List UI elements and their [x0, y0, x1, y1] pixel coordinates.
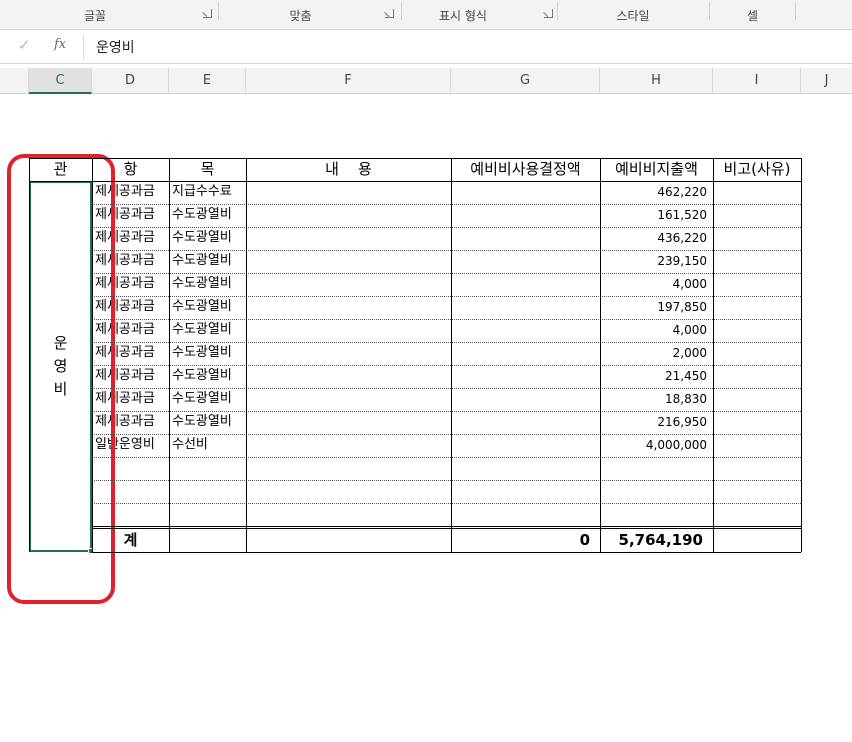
row-divider	[92, 273, 801, 274]
header-expense-amount[interactable]: 예비비지출액	[600, 158, 713, 181]
row-divider	[92, 411, 801, 412]
cell-mok[interactable]: 수도광열비	[169, 411, 246, 434]
cell-mok[interactable]: 수도광열비	[169, 250, 246, 273]
cell-mok[interactable]: 수도광열비	[169, 388, 246, 411]
ribbon-group-styles: 스타일	[558, 0, 708, 30]
alignment-dialog-launcher-icon[interactable]	[385, 9, 394, 18]
cell-expense[interactable]: 4,000	[600, 319, 713, 342]
ribbon-group-styles-label: 스타일	[616, 8, 650, 23]
row-divider	[92, 480, 801, 481]
header-decision-amount[interactable]: 예비비사용결정액	[451, 158, 600, 181]
table-border	[92, 526, 801, 527]
cell-mok[interactable]: 수도광열비	[169, 227, 246, 250]
column-border	[29, 158, 30, 552]
ribbon-group-cells: 셀	[710, 0, 795, 30]
column-border	[92, 158, 93, 552]
ribbon-group-cells-label: 셀	[746, 8, 759, 23]
column-headers: C D E F G H I J	[0, 68, 852, 94]
column-header-h[interactable]: H	[600, 68, 713, 94]
cell-mok[interactable]: 수도광열비	[169, 365, 246, 388]
cell-expense[interactable]: 216,950	[600, 411, 713, 434]
formula-bar: ✓ fx 운영비	[0, 30, 852, 64]
cell-mok[interactable]: 수도광열비	[169, 273, 246, 296]
row-divider	[92, 457, 801, 458]
ribbon-group-font: 글꼴	[0, 0, 190, 30]
cell-mok[interactable]	[169, 457, 246, 480]
row-divider	[92, 250, 801, 251]
cell-expense[interactable]	[600, 480, 713, 503]
spreadsheet-grid[interactable]: 관 항 목 내 용 예비비사용결정액 예비비지출액 비고(사유) 제세공과금 지급…	[0, 94, 852, 742]
cell-expense[interactable]: 239,150	[600, 250, 713, 273]
number-format-dialog-launcher-icon[interactable]	[544, 9, 553, 18]
cell-mok[interactable]: 수도광열비	[169, 319, 246, 342]
enter-check-icon[interactable]: ✓	[18, 36, 31, 54]
cell-expense[interactable]: 4,000,000	[600, 434, 713, 457]
cell-expense[interactable]: 4,000	[600, 273, 713, 296]
table-border	[92, 528, 801, 529]
column-header-e[interactable]: E	[169, 68, 246, 94]
total-expense-amount[interactable]: 5,764,190	[600, 528, 713, 552]
column-header-i[interactable]: I	[713, 68, 801, 94]
column-header-j[interactable]: J	[801, 68, 852, 94]
cell-mok[interactable]: 수선비	[169, 434, 246, 457]
row-divider	[92, 296, 801, 297]
cell-mok[interactable]	[169, 503, 246, 526]
formula-input[interactable]: 운영비	[96, 37, 135, 57]
column-header-c[interactable]: C	[29, 68, 92, 94]
column-border	[246, 158, 247, 552]
cell-expense[interactable]: 197,850	[600, 296, 713, 319]
cell-mok[interactable]: 지급수수료	[169, 181, 246, 204]
insert-function-icon[interactable]: fx	[54, 37, 66, 52]
column-border	[169, 158, 170, 552]
column-header-d[interactable]: D	[92, 68, 169, 94]
column-border	[713, 158, 714, 552]
cell-expense[interactable]	[600, 457, 713, 480]
cell-expense[interactable]: 2,000	[600, 342, 713, 365]
ribbon-group-number-format: 표시 형식	[402, 0, 524, 30]
font-dialog-launcher-icon[interactable]	[203, 9, 212, 18]
formula-bar-divider	[83, 34, 84, 60]
row-divider	[92, 365, 801, 366]
table-border	[29, 158, 801, 159]
ribbon-group-font-label: 글꼴	[83, 8, 107, 23]
ribbon-group-alignment: 맞춤	[219, 0, 382, 30]
column-header-b-edge[interactable]	[0, 68, 29, 94]
cell-expense[interactable]: 436,220	[600, 227, 713, 250]
row-divider	[92, 342, 801, 343]
header-note[interactable]: 비고(사유)	[713, 158, 801, 181]
row-divider	[92, 319, 801, 320]
cell-expense[interactable]: 21,450	[600, 365, 713, 388]
column-header-g[interactable]: G	[451, 68, 600, 94]
column-border	[600, 158, 601, 552]
row-divider	[92, 503, 801, 504]
cell-mok[interactable]: 수도광열비	[169, 342, 246, 365]
cell-expense[interactable]	[600, 503, 713, 526]
annotation-highlight	[7, 154, 115, 604]
ribbon-group-alignment-label: 맞춤	[289, 8, 312, 23]
row-divider	[92, 434, 801, 435]
header-naeyong[interactable]: 내 용	[246, 158, 451, 181]
table-border	[92, 552, 801, 553]
column-border	[801, 158, 802, 552]
cell-expense[interactable]: 18,830	[600, 388, 713, 411]
ribbon-group-labels: 글꼴 맞춤 표시 형식 스타일 셀	[0, 0, 852, 30]
ribbon-group-number-format-label: 표시 형식	[439, 8, 487, 23]
column-border	[451, 158, 452, 552]
header-mok[interactable]: 목	[169, 158, 246, 181]
row-divider	[92, 388, 801, 389]
ribbon-divider	[795, 2, 796, 20]
row-divider	[92, 227, 801, 228]
cell-mok[interactable]: 수도광열비	[169, 204, 246, 227]
cell-mok[interactable]: 수도광열비	[169, 296, 246, 319]
cell-expense[interactable]: 161,520	[600, 204, 713, 227]
row-divider	[92, 204, 801, 205]
column-header-f[interactable]: F	[246, 68, 451, 94]
cell-expense[interactable]: 462,220	[600, 181, 713, 204]
total-decision-amount[interactable]: 0	[451, 528, 600, 552]
cell-mok[interactable]	[169, 480, 246, 503]
table-border	[29, 181, 801, 182]
